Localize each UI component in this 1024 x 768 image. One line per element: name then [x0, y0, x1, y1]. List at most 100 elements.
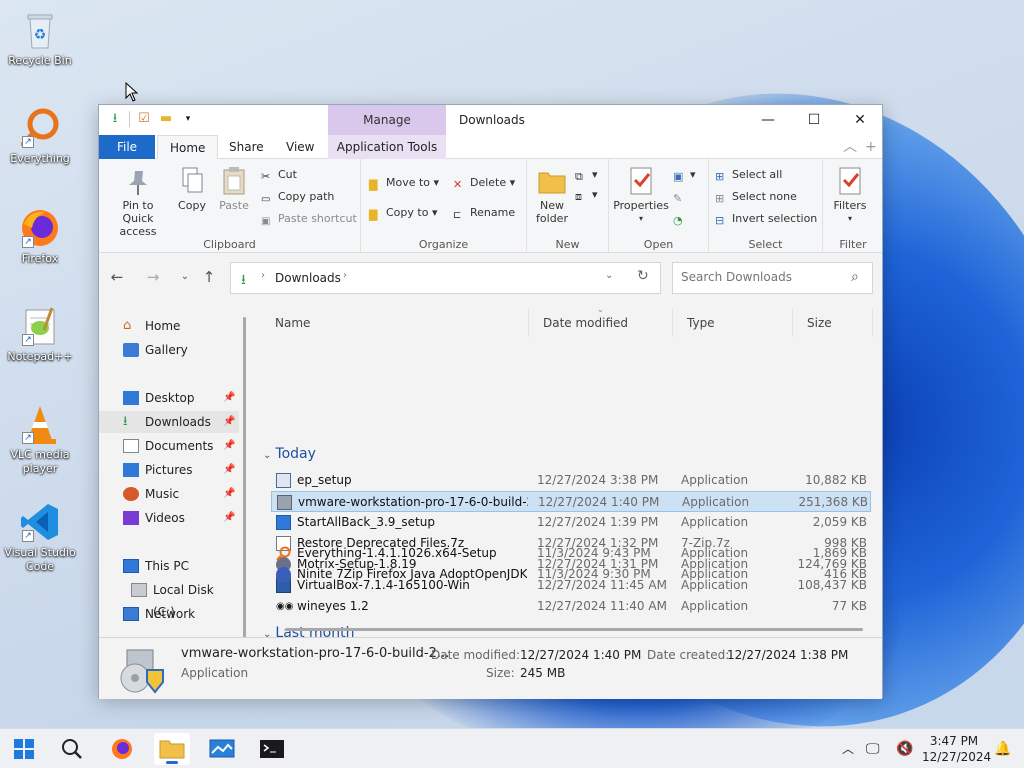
minimize-button[interactable]: — — [745, 105, 791, 135]
nav-item-local-disk[interactable]: Local Disk (C:) — [99, 579, 239, 619]
desktop-icon-recycle-bin[interactable]: ♻ Recycle Bin — [2, 8, 78, 68]
nav-item-home[interactable]: ⌂ Home — [99, 315, 239, 337]
taskbar-firefox[interactable] — [104, 733, 140, 765]
desktop-icon-vlc[interactable]: ↗ VLC media player — [2, 402, 78, 476]
shortcut-arrow-icon: ↗ — [22, 530, 34, 542]
tab-file[interactable]: File — [99, 135, 155, 159]
select-all-icon: ⊞ — [715, 170, 725, 183]
taskbar-terminal[interactable] — [254, 733, 290, 765]
forward-arrow-icon[interactable]: → — [143, 267, 163, 287]
easy-access-icon: ⧈ — [575, 190, 582, 203]
music-icon — [123, 487, 139, 501]
new-folder-icon[interactable]: ▬ — [158, 111, 174, 127]
address-dropdown-chevron-icon[interactable]: ⌄ — [605, 270, 613, 281]
everything-setup-icon — [276, 546, 291, 561]
local-disk-icon — [131, 583, 147, 597]
manage-context-tab[interactable]: Manage — [328, 105, 446, 135]
scissors-icon: ✂ — [261, 170, 271, 183]
breadcrumb-downloads[interactable]: Downloads — [275, 263, 341, 293]
paste-shortcut-button[interactable]: ▣ Paste shortcut — [261, 209, 357, 229]
history-button[interactable]: ◔ — [673, 209, 690, 229]
details-size-value: 245 MB — [520, 666, 566, 680]
search-icon[interactable]: ⌕ — [851, 269, 859, 285]
copy-path-button[interactable]: ▭ Copy path — [261, 187, 334, 207]
properties-button[interactable]: Properties ▾ — [613, 165, 669, 225]
new-folder-button[interactable]: New folder — [531, 165, 573, 225]
rename-button[interactable]: ⊏ Rename — [453, 203, 515, 223]
paste-shortcut-icon: ▣ — [261, 216, 271, 227]
tab-home[interactable]: Home — [157, 135, 219, 160]
file-row[interactable]: Ninite 7Zip Firefox Java AdoptOpenJDK x.… — [271, 564, 871, 585]
nav-item-music[interactable]: Music 📌 — [99, 483, 239, 505]
network-tray-icon[interactable]: 🖵 — [866, 729, 880, 768]
shortcut-arrow-icon: ↗ — [22, 334, 34, 346]
taskbar: ︿ 🖵 🔇 3:47 PM 12/27/2024 🔔 — [0, 728, 1024, 768]
copy-button[interactable]: Copy — [173, 165, 211, 212]
maximize-button[interactable]: ☐ — [791, 105, 837, 135]
collapse-ribbon-icon[interactable]: ︿ — [843, 135, 857, 159]
windows-logo-icon — [14, 739, 34, 759]
refresh-icon[interactable]: ↻ — [637, 268, 649, 284]
copy-to-button[interactable]: ▇ Copy to ▾ — [369, 203, 437, 223]
desktop-icon-everything[interactable]: ↗ Everything — [2, 106, 78, 166]
pin-icon[interactable]: 📌 — [223, 435, 235, 457]
start-button[interactable] — [6, 733, 42, 765]
new-item-button[interactable]: ⧉ ▾ — [575, 165, 598, 185]
delete-button[interactable]: ✕ Delete ▾ — [453, 173, 515, 193]
ribbon: Pin to Quick access Copy Paste ✂ Cut ▭ Cop… — [99, 159, 882, 253]
taskbar-control-panel[interactable] — [204, 733, 240, 765]
pin-icon[interactable]: 📌 — [223, 483, 235, 505]
desktop-icon-vscode[interactable]: ↗ Visual Studio Code — [2, 500, 78, 574]
nav-item-this-pc[interactable]: This PC — [99, 555, 239, 577]
pin-icon[interactable]: 📌 — [223, 387, 235, 409]
select-all-button[interactable]: ⊞ Select all — [715, 165, 782, 185]
tab-view[interactable]: View — [274, 135, 326, 159]
pin-to-quick-access-button[interactable]: Pin to Quick access — [103, 165, 173, 238]
pictures-icon — [123, 463, 139, 477]
volume-muted-icon[interactable]: 🔇 — [896, 729, 913, 768]
back-arrow-icon[interactable]: ← — [107, 267, 127, 287]
edit-button[interactable]: ✎ — [673, 187, 690, 207]
desktop-icon-firefox[interactable]: ↗ Firefox — [2, 206, 78, 266]
address-bar[interactable]: ⭳ › Downloads › ⌄ ↻ — [230, 262, 661, 294]
invert-selection-button[interactable]: ⊟ Invert selection — [715, 209, 817, 229]
breadcrumb-chevron-icon[interactable]: › — [343, 270, 347, 281]
taskbar-clock[interactable]: 3:47 PM 12/27/2024 — [922, 733, 991, 765]
properties-check-icon[interactable]: ☑ — [136, 111, 152, 127]
nav-item-gallery[interactable]: Gallery — [99, 339, 239, 361]
search-taskbar-button[interactable] — [54, 733, 90, 765]
recent-locations-chevron-icon[interactable]: ⌄ — [175, 267, 195, 287]
customize-qat-chevron-icon[interactable]: ▾ — [180, 111, 196, 127]
pin-icon[interactable]: 📌 — [223, 411, 235, 433]
notification-bell-icon[interactable]: 🔔 — [994, 729, 1011, 768]
file-list-horizontal-scrollbar[interactable] — [285, 628, 863, 631]
tab-application-tools[interactable]: Application Tools — [328, 135, 446, 159]
up-arrow-icon[interactable]: ↑ — [199, 267, 219, 287]
search-input[interactable] — [681, 270, 841, 284]
nav-item-videos[interactable]: Videos 📌 — [99, 507, 239, 529]
pin-icon[interactable]: 📌 — [223, 459, 235, 481]
nav-pane-scrollbar[interactable] — [243, 317, 246, 639]
easy-access-button[interactable]: ⧈ ▾ — [575, 185, 598, 205]
pin-icon[interactable]: 📌 — [223, 507, 235, 529]
move-to-button[interactable]: ▇ Move to ▾ — [369, 173, 439, 193]
file-row[interactable]: Everything-1.4.1.1026.x64-Setup 11/3/202… — [271, 543, 871, 564]
nav-item-documents[interactable]: Documents 📌 — [99, 435, 239, 457]
show-hidden-icons-chevron-icon[interactable]: ︿ — [842, 729, 854, 768]
open-button[interactable]: ▣ ▾ — [673, 165, 696, 185]
vmware-installer-large-icon — [117, 648, 165, 694]
tab-share[interactable]: Share — [217, 135, 276, 159]
close-button[interactable]: ✕ — [837, 105, 883, 135]
cut-button[interactable]: ✂ Cut — [261, 165, 297, 185]
taskbar-file-explorer[interactable] — [154, 733, 190, 765]
nav-item-pictures[interactable]: Pictures 📌 — [99, 459, 239, 481]
help-plus-icon[interactable]: + — [865, 135, 877, 159]
paste-button[interactable]: Paste — [213, 165, 255, 212]
select-none-button[interactable]: ⊞ Select none — [715, 187, 797, 207]
nav-item-downloads[interactable]: ⭳ Downloads 📌 — [99, 411, 239, 433]
filters-button[interactable]: Filters ▾ — [827, 165, 873, 225]
search-box[interactable]: ⌕ — [672, 262, 873, 294]
nav-item-network[interactable]: Network — [99, 603, 239, 625]
desktop-icon-notepad-plus-plus[interactable]: ↗ Notepad++ — [2, 304, 78, 364]
nav-item-desktop[interactable]: Desktop 📌 — [99, 387, 239, 409]
